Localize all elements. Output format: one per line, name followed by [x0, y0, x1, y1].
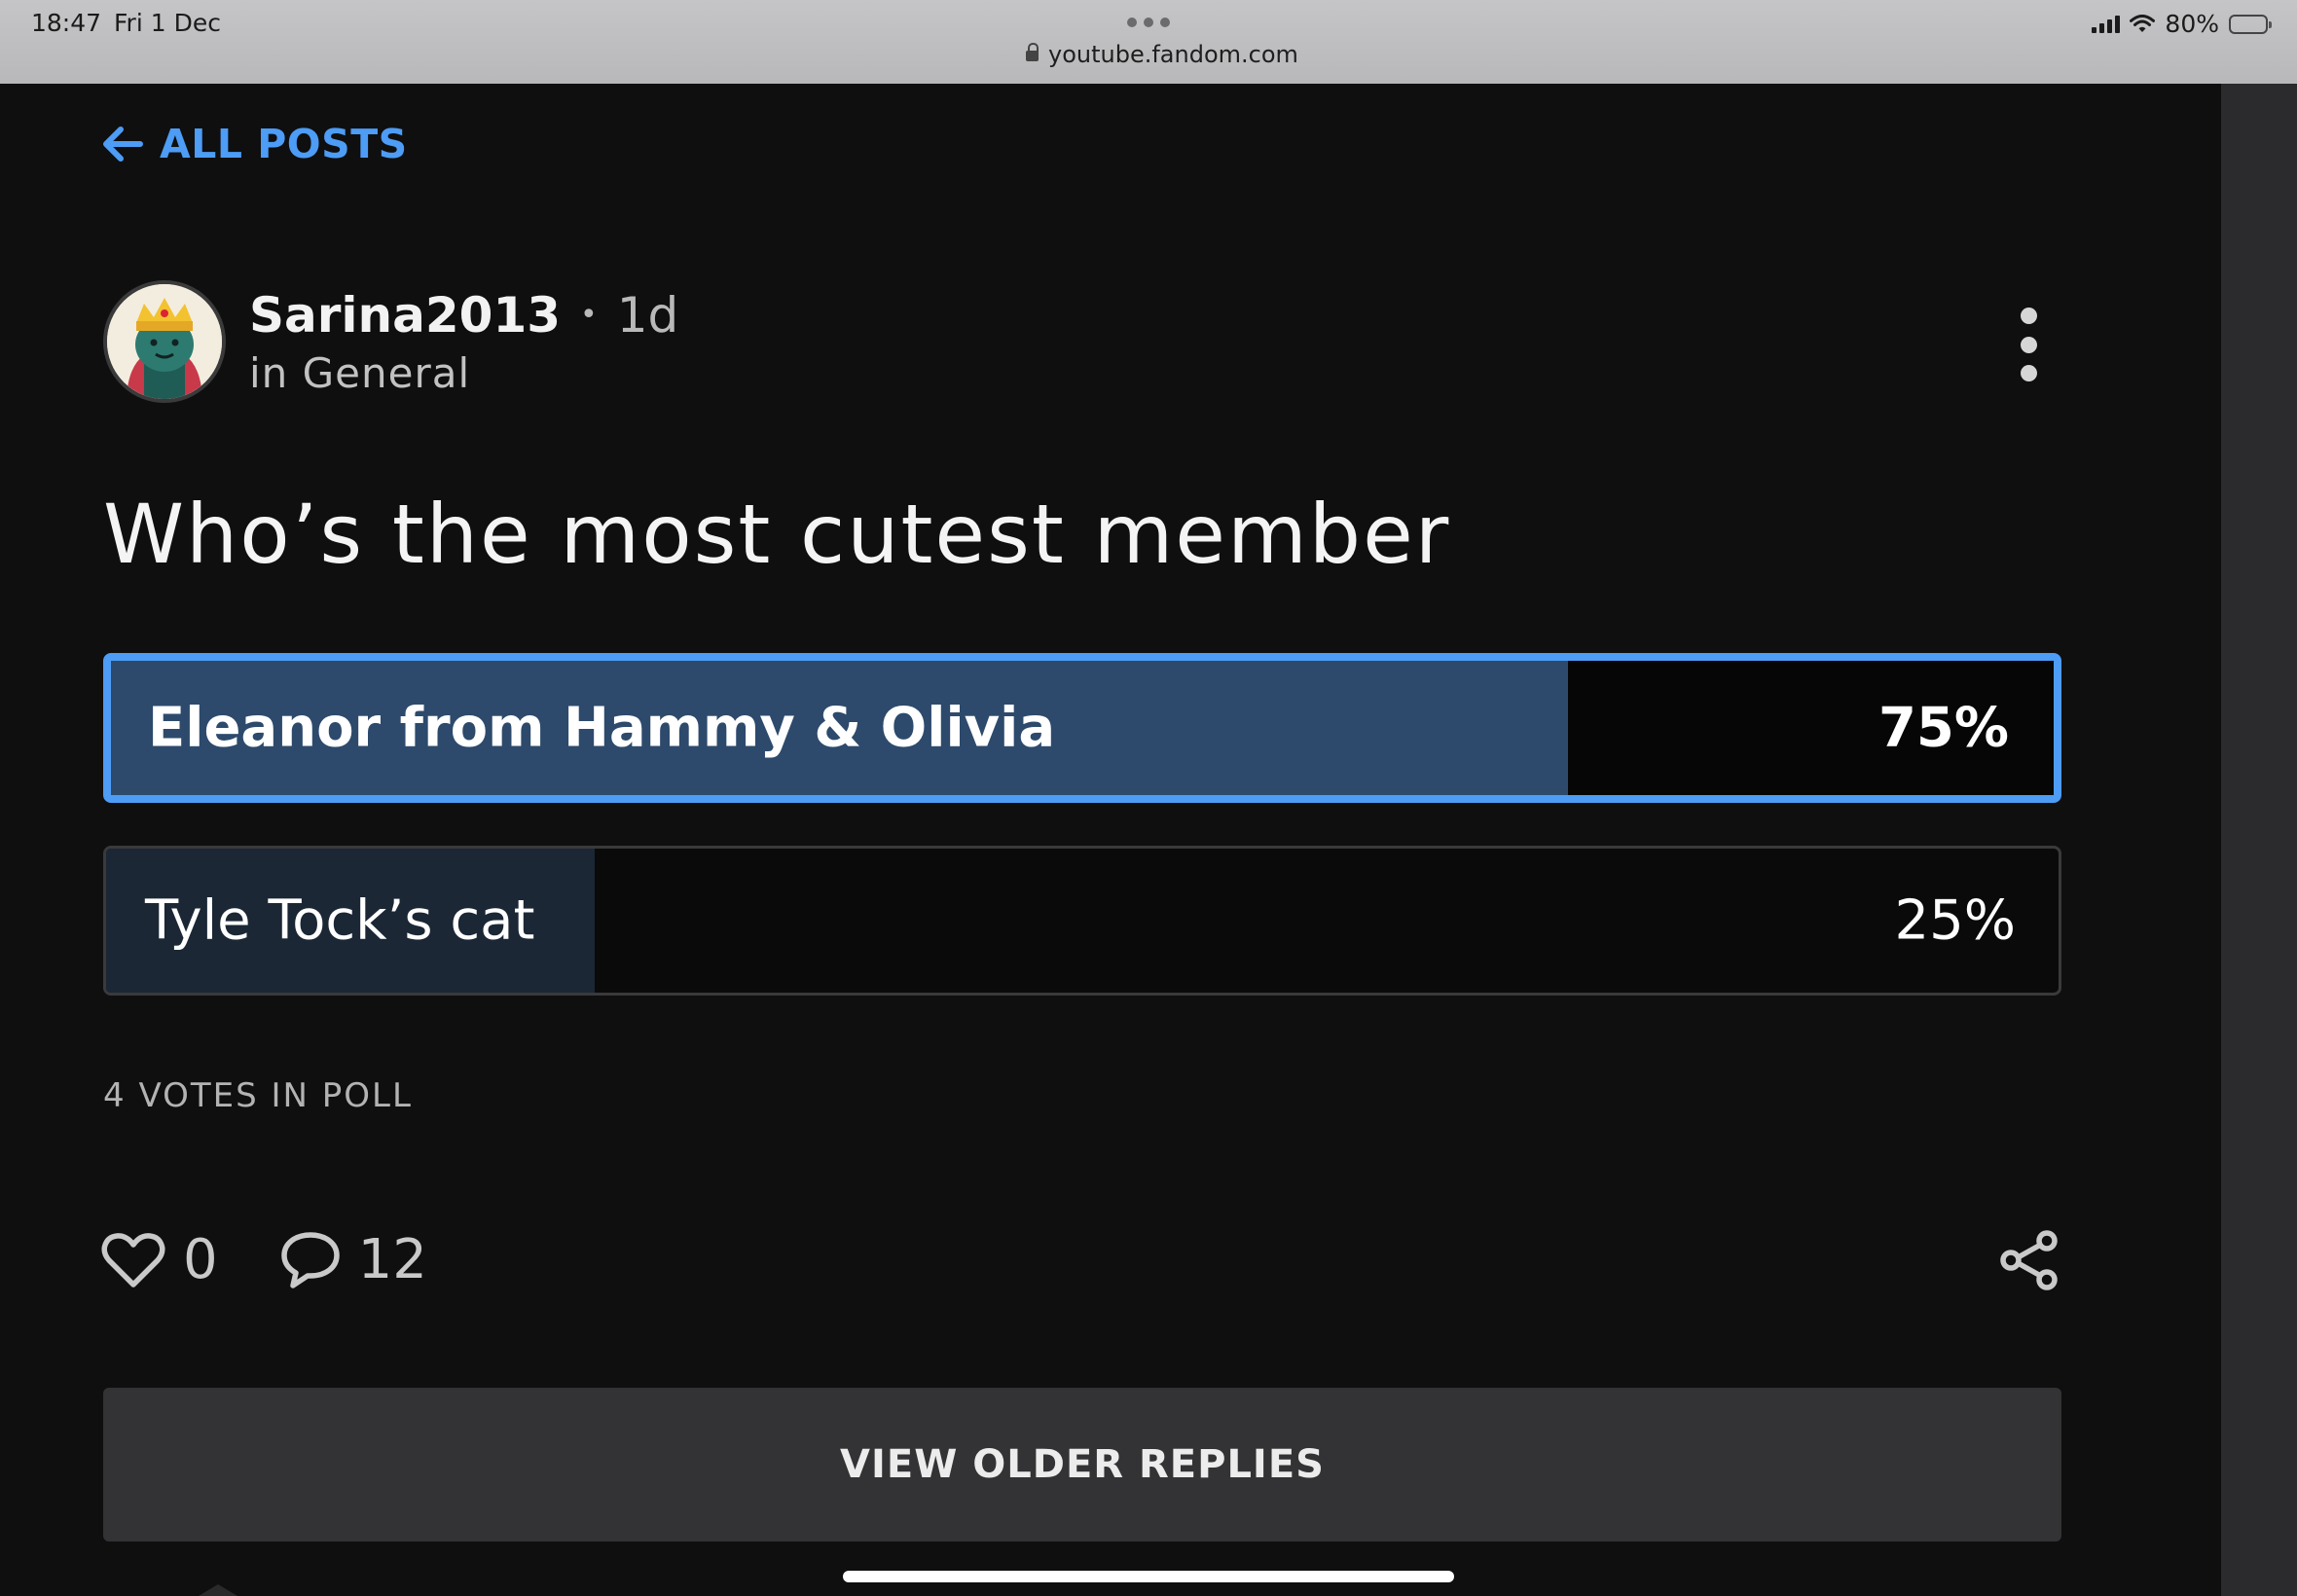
- post-category[interactable]: in General: [249, 349, 678, 397]
- wifi-icon: [2130, 14, 2156, 32]
- more-vertical-icon[interactable]: [2013, 308, 2044, 381]
- battery-icon: [2229, 14, 2272, 34]
- poll-option-1-percent: 75%: [1878, 696, 2009, 760]
- status-bar: 18:47 Fri 1 Dec youtube.fandom.com 80%: [0, 0, 2297, 84]
- tab-dots-icon[interactable]: [1127, 18, 1170, 27]
- share-icon: [2000, 1230, 2058, 1290]
- like-button[interactable]: 0: [101, 1228, 218, 1291]
- poll-option-1[interactable]: Eleanor from Hammy & Olivia 75%: [103, 653, 2061, 803]
- heart-icon: [101, 1232, 165, 1288]
- partial-icon: [199, 1584, 237, 1596]
- author-username[interactable]: Sarina2013: [249, 287, 561, 344]
- status-time: 18:47: [31, 9, 102, 37]
- poll-option-2-label: Tyle Tock’s cat: [145, 889, 535, 953]
- avatar-image: [107, 284, 222, 399]
- poll-option-2-percent: 25%: [1894, 889, 2016, 953]
- status-indicators: 80%: [2092, 10, 2272, 38]
- like-count: 0: [183, 1228, 218, 1291]
- author-meta: Sarina2013 • 1d in General: [249, 287, 678, 397]
- cellular-signal-icon: [2092, 15, 2121, 33]
- lock-icon: [1026, 42, 1039, 62]
- reply-button[interactable]: 12: [280, 1228, 427, 1291]
- battery-percent: 80%: [2165, 10, 2219, 38]
- comment-icon: [280, 1231, 340, 1288]
- arrow-left-icon: [103, 127, 143, 162]
- reply-count: 12: [357, 1228, 427, 1291]
- home-indicator[interactable]: [843, 1571, 1454, 1582]
- author-line: Sarina2013 • 1d: [249, 287, 678, 344]
- post-title: Who’s the most cutest member: [103, 487, 1451, 582]
- poll-option-1-label: Eleanor from Hammy & Olivia: [148, 696, 1056, 760]
- view-older-replies-button[interactable]: VIEW OLDER REPLIES: [103, 1388, 2061, 1542]
- side-panel: [2221, 84, 2297, 1596]
- status-date: Fri 1 Dec: [114, 9, 221, 37]
- meta-separator: •: [580, 298, 598, 332]
- post-age: 1d: [616, 286, 679, 344]
- address-bar-url: youtube.fandom.com: [1048, 41, 1298, 68]
- share-button[interactable]: [1997, 1230, 2061, 1294]
- all-posts-link[interactable]: ALL POSTS: [101, 121, 408, 167]
- address-bar[interactable]: youtube.fandom.com: [1026, 41, 1298, 68]
- poll-vote-count: 4 VOTES IN POLL: [103, 1076, 413, 1115]
- post-actions: 0 12: [101, 1228, 490, 1291]
- post-author: Sarina2013 • 1d in General: [103, 280, 678, 403]
- all-posts-label: ALL POSTS: [160, 121, 408, 167]
- poll-option-2[interactable]: Tyle Tock’s cat 25%: [103, 846, 2061, 996]
- avatar[interactable]: [103, 280, 226, 403]
